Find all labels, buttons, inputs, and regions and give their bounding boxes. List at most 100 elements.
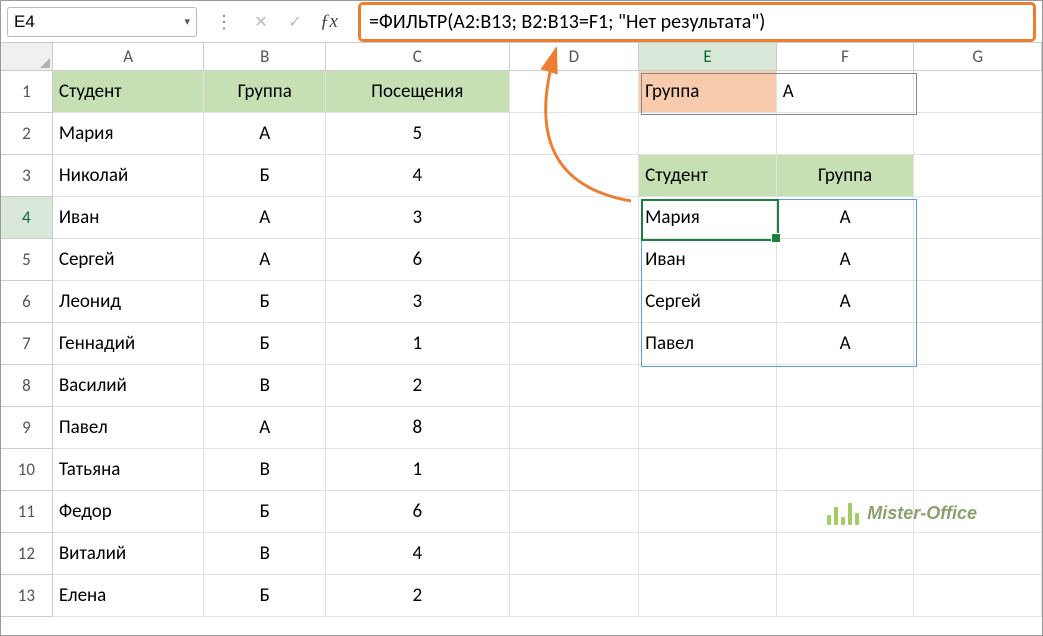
cell-F12[interactable] — [777, 533, 915, 575]
cell-A9[interactable]: Павел — [53, 407, 205, 449]
row-header-13[interactable]: 13 — [1, 575, 53, 617]
row-header-10[interactable]: 10 — [1, 449, 53, 491]
fx-icon[interactable]: ƒx — [314, 11, 344, 33]
cell-B3[interactable]: Б — [204, 155, 326, 197]
row-header-7[interactable]: 7 — [1, 323, 53, 365]
cell-D12[interactable] — [510, 533, 640, 575]
cell-C12[interactable]: 4 — [326, 533, 509, 575]
cell-B2[interactable]: А — [204, 113, 326, 155]
cell-E5[interactable]: Иван — [639, 239, 777, 281]
cell-G12[interactable] — [914, 533, 1042, 575]
cell-C3[interactable]: 4 — [326, 155, 509, 197]
cell-F3[interactable]: Группа — [777, 155, 915, 197]
cell-E13[interactable] — [639, 575, 777, 617]
cell-G1[interactable] — [914, 71, 1042, 113]
cell-E6[interactable]: Сергей — [639, 281, 777, 323]
row-header-9[interactable]: 9 — [1, 407, 53, 449]
row-header-6[interactable]: 6 — [1, 281, 53, 323]
row-header-12[interactable]: 12 — [1, 533, 53, 575]
cell-A13[interactable]: Елена — [53, 575, 205, 617]
cell-F13[interactable] — [777, 575, 915, 617]
cell-B13[interactable]: Б — [204, 575, 326, 617]
cell-C6[interactable]: 3 — [326, 281, 509, 323]
cell-E8[interactable] — [639, 365, 777, 407]
cell-D9[interactable] — [510, 407, 640, 449]
cell-G7[interactable] — [914, 323, 1042, 365]
cell-B10[interactable]: В — [204, 449, 326, 491]
cell-C7[interactable]: 1 — [326, 323, 509, 365]
cell-G3[interactable] — [914, 155, 1042, 197]
cell-D3[interactable] — [510, 155, 640, 197]
col-header-G[interactable]: G — [914, 43, 1042, 70]
cell-C10[interactable]: 1 — [326, 449, 509, 491]
cell-E4[interactable]: Мария — [639, 197, 777, 239]
col-header-F[interactable]: F — [777, 43, 915, 70]
cell-E3[interactable]: Студент — [639, 155, 777, 197]
cell-B5[interactable]: А — [204, 239, 326, 281]
cell-D10[interactable] — [510, 449, 640, 491]
name-box-container[interactable]: ▾ — [7, 7, 197, 37]
row-header-5[interactable]: 5 — [1, 239, 53, 281]
select-all-corner[interactable] — [1, 43, 53, 70]
cell-G8[interactable] — [914, 365, 1042, 407]
col-header-E[interactable]: E — [639, 43, 777, 70]
cell-D8[interactable] — [510, 365, 640, 407]
cell-C5[interactable]: 6 — [326, 239, 509, 281]
cell-A2[interactable]: Мария — [53, 113, 205, 155]
cell-F2[interactable] — [777, 113, 915, 155]
cell-G6[interactable] — [914, 281, 1042, 323]
cell-A8[interactable]: Василий — [53, 365, 205, 407]
cell-B9[interactable]: А — [204, 407, 326, 449]
cell-D1[interactable] — [510, 71, 640, 113]
cell-B4[interactable]: А — [204, 197, 326, 239]
cell-A1[interactable]: Студент — [53, 71, 205, 113]
col-header-A[interactable]: A — [53, 43, 205, 70]
cell-E9[interactable] — [639, 407, 777, 449]
formula-input[interactable]: =ФИЛЬТР(A2:B13; B2:B13=F1; "Нет результа… — [358, 2, 1036, 42]
cell-D2[interactable] — [510, 113, 640, 155]
cell-G10[interactable] — [914, 449, 1042, 491]
cell-G5[interactable] — [914, 239, 1042, 281]
row-header-4[interactable]: 4 — [1, 197, 53, 239]
cell-B6[interactable]: Б — [204, 281, 326, 323]
cell-C1[interactable]: Посещения — [326, 71, 509, 113]
col-header-D[interactable]: D — [510, 43, 640, 70]
name-box[interactable] — [14, 12, 154, 32]
cell-G9[interactable] — [914, 407, 1042, 449]
cell-F4[interactable]: А — [777, 197, 915, 239]
cell-A4[interactable]: Иван — [53, 197, 205, 239]
col-header-C[interactable]: C — [326, 43, 509, 70]
cell-A12[interactable]: Виталий — [53, 533, 205, 575]
chevron-down-icon[interactable]: ▾ — [184, 15, 190, 28]
cell-F10[interactable] — [777, 449, 915, 491]
cell-G2[interactable] — [914, 113, 1042, 155]
cell-C11[interactable]: 6 — [326, 491, 509, 533]
cell-B12[interactable]: В — [204, 533, 326, 575]
cell-A10[interactable]: Татьяна — [53, 449, 205, 491]
col-header-B[interactable]: B — [204, 43, 326, 70]
row-header-8[interactable]: 8 — [1, 365, 53, 407]
cell-B8[interactable]: В — [204, 365, 326, 407]
cell-D4[interactable] — [510, 197, 640, 239]
cell-F7[interactable]: А — [777, 323, 915, 365]
cell-C2[interactable]: 5 — [326, 113, 509, 155]
cell-E7[interactable]: Павел — [639, 323, 777, 365]
row-header-2[interactable]: 2 — [1, 113, 53, 155]
cell-E2[interactable] — [639, 113, 777, 155]
cell-F6[interactable]: А — [777, 281, 915, 323]
row-header-3[interactable]: 3 — [1, 155, 53, 197]
cell-D5[interactable] — [510, 239, 640, 281]
cell-E12[interactable] — [639, 533, 777, 575]
cell-E10[interactable] — [639, 449, 777, 491]
cell-E11[interactable] — [639, 491, 777, 533]
cell-B1[interactable]: Группа — [204, 71, 326, 113]
cell-F8[interactable] — [777, 365, 915, 407]
cell-A6[interactable]: Леонид — [53, 281, 205, 323]
cell-G4[interactable] — [914, 197, 1042, 239]
cell-B11[interactable]: Б — [204, 491, 326, 533]
cell-A11[interactable]: Федор — [53, 491, 205, 533]
row-header-1[interactable]: 1 — [1, 71, 53, 113]
cell-F9[interactable] — [777, 407, 915, 449]
cell-A5[interactable]: Сергей — [53, 239, 205, 281]
cell-A3[interactable]: Николай — [53, 155, 205, 197]
